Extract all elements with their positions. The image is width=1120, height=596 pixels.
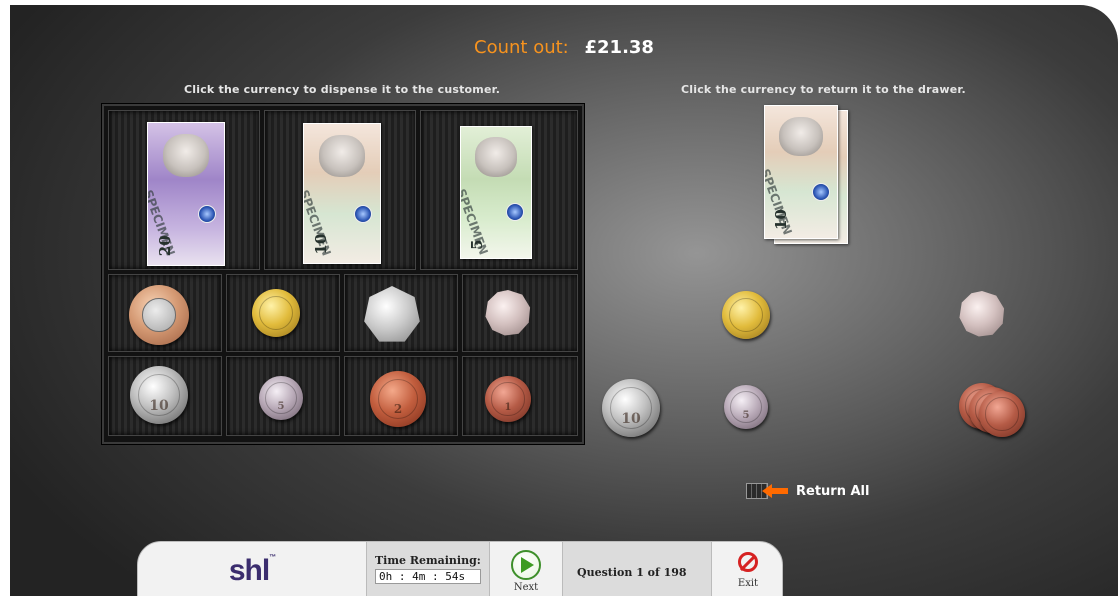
dispensed-twenty-pence-coin[interactable]: [959, 291, 1005, 337]
count-out-title: Count out: £21.38: [10, 37, 1118, 58]
shl-logo: shl™: [228, 554, 276, 596]
one-penny-coin[interactable]: 1: [485, 376, 531, 422]
dispensed-five-pence-coin[interactable]: 5: [724, 385, 768, 429]
coin-ring: [142, 298, 176, 332]
note-value-label: 5: [468, 239, 486, 251]
exit-button[interactable]: Exit: [712, 542, 782, 596]
logo-text: shl: [228, 554, 270, 587]
ten-pound-note[interactable]: SPECIMEN 10: [303, 123, 381, 264]
time-remaining-value: 0h : 4m : 54s: [375, 569, 481, 584]
five-pence-coin[interactable]: 5: [259, 376, 303, 420]
bottom-control-bar: shl™ Time Remaining: 0h : 4m : 54s Next …: [137, 541, 783, 596]
queen-portrait-icon: [475, 137, 517, 177]
coin-ring: [377, 378, 419, 420]
coin-ring: [265, 382, 297, 414]
five-pound-note[interactable]: SPECIMEN 5: [460, 126, 532, 259]
one-pound-coin[interactable]: [252, 289, 300, 337]
coin-ring: [728, 297, 764, 333]
arrow-left-icon: [762, 484, 772, 498]
play-triangle-icon: [521, 557, 534, 573]
dispensed-ten-pound-note[interactable]: SPECIMEN 10: [764, 105, 838, 239]
cash-drawer: SPECIMEN 20 SPECIMEN 10 SPECIMEN 5 10 5 …: [102, 104, 584, 444]
return-instruction: Click the currency to return it to the d…: [681, 83, 966, 96]
stage-background: Count out: £21.38 Click the currency to …: [10, 5, 1118, 596]
question-counter-section: Question 1 of 198: [562, 542, 712, 596]
count-out-amount: £21.38: [584, 37, 654, 58]
logo-trademark: ™: [269, 554, 276, 561]
dispensed-one-pound-coin[interactable]: [722, 291, 770, 339]
ten-pence-coin[interactable]: 10: [130, 366, 188, 424]
coin-ring: [491, 382, 525, 416]
coin-ring: [610, 387, 652, 429]
hologram-icon: [811, 182, 830, 201]
time-remaining-label: Time Remaining:: [375, 554, 481, 567]
hologram-icon: [198, 205, 217, 224]
question-counter: Question 1 of 198: [577, 566, 687, 579]
two-pence-coin[interactable]: 2: [370, 371, 426, 427]
coin-ring: [258, 295, 294, 331]
dispensed-one-penny-coin[interactable]: [979, 391, 1025, 437]
coin-ring: [985, 397, 1019, 431]
note-value-label: 10: [772, 209, 791, 231]
no-entry-icon: [738, 552, 758, 572]
return-all-label: Return All: [796, 483, 870, 499]
time-remaining-section: Time Remaining: 0h : 4m : 54s: [366, 542, 490, 596]
hologram-icon: [354, 204, 373, 223]
note-value-label: 20: [155, 235, 174, 257]
dispense-instruction: Click the currency to dispense it to the…: [184, 83, 501, 96]
play-next-icon: [511, 550, 541, 580]
next-button[interactable]: Next: [490, 542, 562, 596]
next-label: Next: [513, 582, 539, 593]
coin-ring: [730, 391, 762, 423]
count-out-label: Count out:: [474, 37, 569, 58]
logo-section: shl™: [138, 542, 366, 596]
dispensed-ten-pence-coin[interactable]: 10: [602, 379, 660, 437]
queen-portrait-icon: [779, 116, 823, 157]
arrow-shaft: [772, 488, 788, 494]
twenty-pound-note[interactable]: SPECIMEN 20: [147, 122, 225, 266]
note-value-label: 10: [311, 233, 330, 255]
coin-ring: [138, 374, 180, 416]
queen-portrait-icon: [163, 134, 209, 177]
two-pound-coin[interactable]: [129, 285, 189, 345]
queen-portrait-icon: [319, 135, 365, 177]
hologram-icon: [506, 202, 524, 221]
exit-label: Exit: [737, 578, 759, 589]
return-all-button[interactable]: Return All: [746, 483, 869, 499]
